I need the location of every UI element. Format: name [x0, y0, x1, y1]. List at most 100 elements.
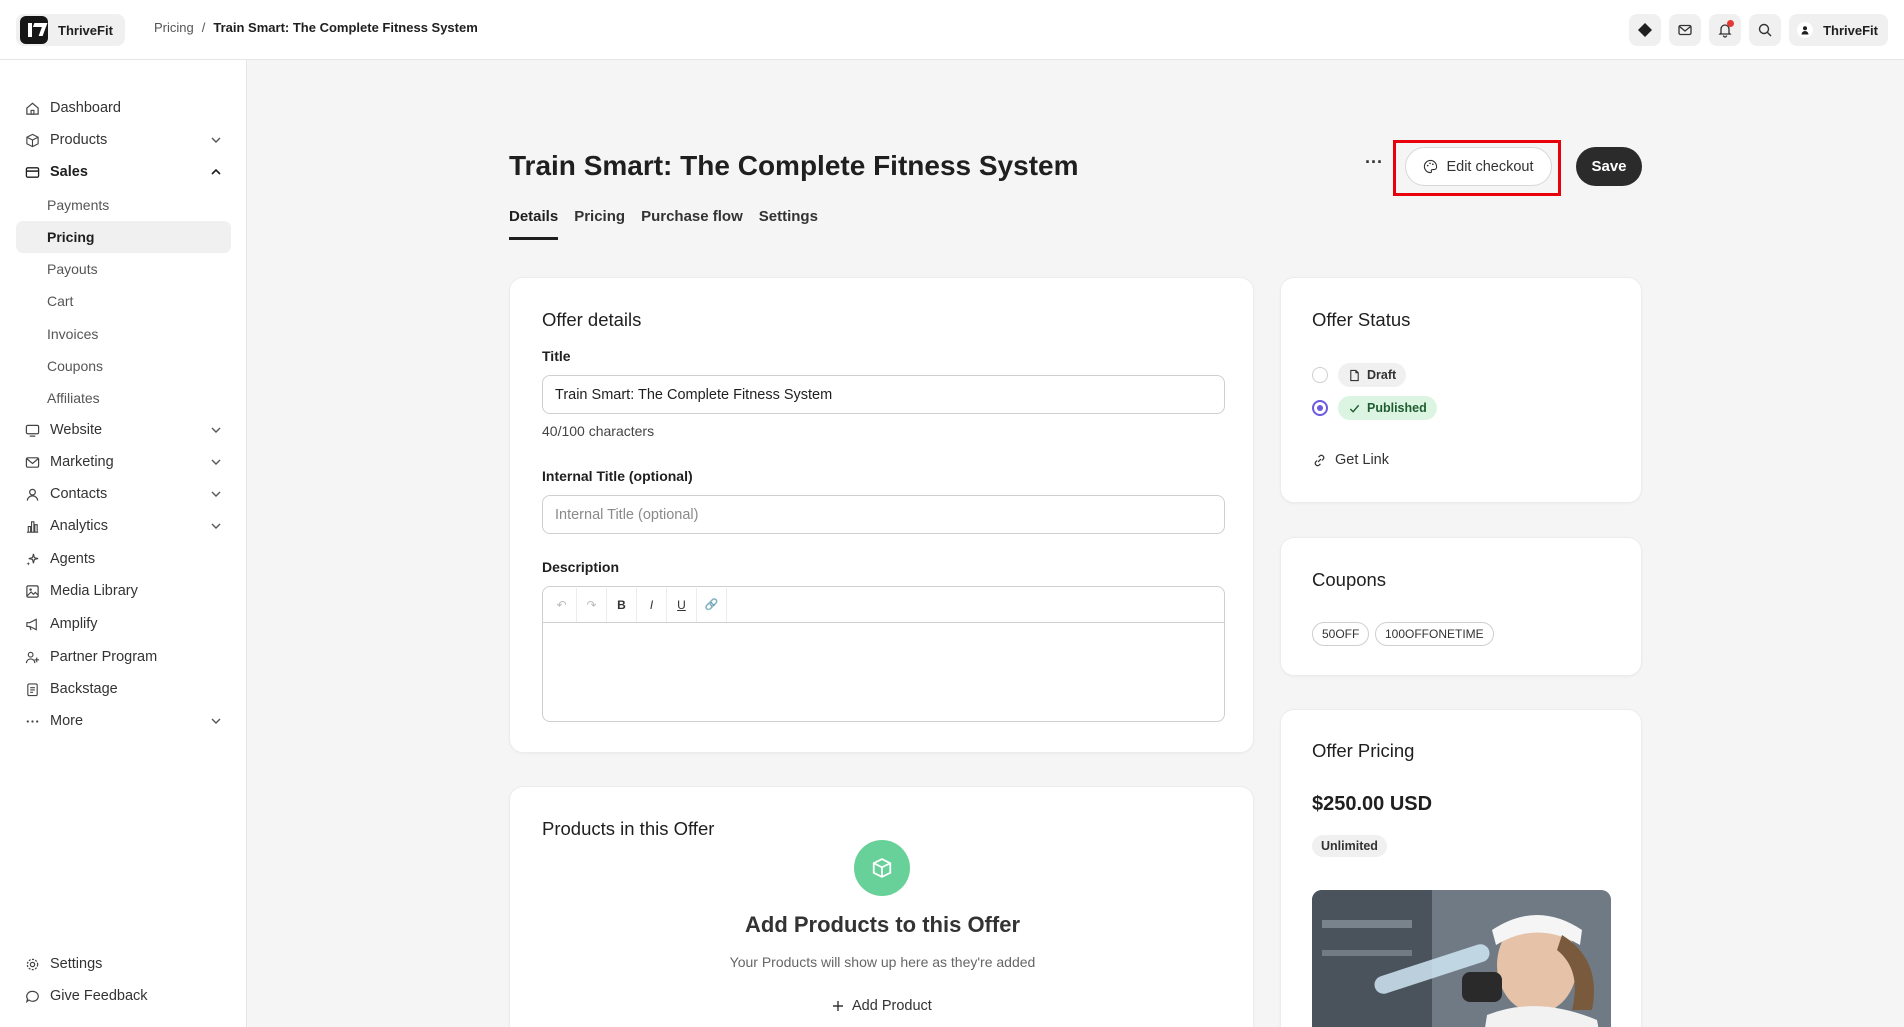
- products-card: Products in this Offer Add Products to t…: [509, 786, 1254, 1027]
- tab-settings[interactable]: Settings: [759, 208, 818, 240]
- sidebar-item-partner-program[interactable]: Partner Program: [16, 641, 231, 673]
- inbox-button[interactable]: [1669, 14, 1702, 46]
- sidebar-subitem-coupons[interactable]: Coupons: [16, 350, 231, 382]
- tab-purchase-flow[interactable]: Purchase flow: [641, 208, 743, 240]
- sidebar-item-label: More: [50, 713, 84, 729]
- dots-icon: [26, 719, 38, 723]
- published-radio[interactable]: [1312, 400, 1328, 416]
- sparkle-button[interactable]: [1629, 14, 1662, 46]
- sidebar-item-website[interactable]: Website: [16, 414, 231, 446]
- document-icon: [1350, 369, 1359, 381]
- get-link-button[interactable]: Get Link: [1312, 452, 1389, 468]
- chevron-down-icon: [211, 427, 221, 433]
- tab-pricing[interactable]: Pricing: [574, 208, 625, 240]
- user-menu[interactable]: ThriveFit: [1789, 14, 1888, 46]
- sidebar-subitem-invoices[interactable]: Invoices: [16, 318, 231, 350]
- products-heading: Products in this Offer: [542, 818, 715, 839]
- add-product-label: Add Product: [852, 998, 932, 1014]
- link-icon[interactable]: 🔗: [697, 587, 727, 622]
- internal-title-label: Internal Title (optional): [542, 468, 693, 484]
- sidebar-item-label: Contacts: [50, 486, 108, 502]
- sidebar-item-analytics[interactable]: Analytics: [16, 510, 231, 542]
- sidebar-item-marketing[interactable]: Marketing: [16, 446, 231, 478]
- check-icon: [1349, 404, 1360, 413]
- undo-icon[interactable]: ↶: [547, 587, 577, 622]
- box-icon: [872, 858, 892, 878]
- diamond-icon: [1638, 23, 1653, 37]
- internal-title-input[interactable]: Internal Title (optional): [542, 495, 1225, 534]
- offer-status-heading: Offer Status: [1312, 309, 1411, 330]
- edit-checkout-button[interactable]: Edit checkout: [1405, 147, 1552, 186]
- redo-icon[interactable]: ↷: [577, 587, 607, 622]
- save-button[interactable]: Save: [1576, 147, 1642, 186]
- edit-checkout-label: Edit checkout: [1446, 158, 1534, 175]
- empty-products-subtitle: Your Products will show up here as they'…: [729, 954, 1036, 970]
- title-label: Title: [542, 348, 571, 364]
- draft-label: Draft: [1367, 368, 1397, 382]
- more-options-button[interactable]: ···: [1362, 152, 1386, 180]
- sidebar-item-label: Analytics: [50, 518, 109, 534]
- plus-icon: [833, 1001, 843, 1011]
- user-name: ThriveFit: [1823, 22, 1878, 38]
- bold-icon[interactable]: B: [607, 587, 637, 622]
- italic-icon[interactable]: I: [637, 587, 667, 622]
- notifications-button[interactable]: [1709, 14, 1742, 46]
- sidebar-subitem-pricing[interactable]: Pricing: [16, 221, 231, 253]
- sidebar-item-sales[interactable]: Sales: [16, 156, 231, 188]
- sidebar-item-label: Website: [50, 422, 103, 438]
- sidebar-subitem-payments[interactable]: Payments: [16, 189, 231, 221]
- sidebar-item-media-library[interactable]: Media Library: [16, 575, 231, 607]
- sidebar-item-dashboard[interactable]: Dashboard: [16, 92, 231, 124]
- sidebar-subitem-affiliates[interactable]: Affiliates: [16, 382, 231, 414]
- gear-icon: [26, 958, 38, 970]
- offer-pricing-heading: Offer Pricing: [1312, 740, 1415, 761]
- palette-icon: [1424, 159, 1438, 174]
- tabs: Details Pricing Purchase flow Settings: [509, 208, 818, 240]
- home-icon: [25, 102, 39, 115]
- brand-switcher[interactable]: ThriveFit: [16, 14, 125, 46]
- sidebar-item-products[interactable]: Products: [16, 124, 231, 156]
- sidebar-item-label: Give Feedback: [50, 988, 148, 1004]
- status-option-published[interactable]: Published: [1312, 396, 1437, 420]
- offer-cover-image: [1312, 890, 1611, 1027]
- chevron-down-icon: [211, 523, 221, 529]
- coupon-chip[interactable]: 100OFFONETIME: [1375, 622, 1494, 646]
- sidebar-item-contacts[interactable]: Contacts: [16, 478, 231, 510]
- sidebar: Dashboard Products Sales Payments Pricin…: [0, 60, 247, 1027]
- editor-toolbar: ↶ ↷ B I U 🔗: [543, 587, 1224, 623]
- sidebar-subitem-cart[interactable]: Cart: [16, 285, 231, 317]
- chevron-up-icon: [211, 168, 221, 175]
- sidebar-item-give-feedback[interactable]: Give Feedback: [16, 980, 231, 1012]
- product-box-badge: [854, 840, 910, 896]
- sparkles-icon: [25, 553, 38, 566]
- contacts-icon: [26, 488, 38, 501]
- sidebar-item-label: Agents: [50, 551, 96, 567]
- sidebar-item-label: Partner Program: [50, 649, 158, 665]
- get-link-label: Get Link: [1335, 452, 1389, 468]
- pricing-type-badge: Unlimited: [1312, 835, 1387, 857]
- sidebar-item-label: Marketing: [50, 454, 114, 470]
- breadcrumb-current: Train Smart: The Complete Fitness System: [213, 20, 478, 35]
- tab-details[interactable]: Details: [509, 208, 559, 240]
- sidebar-item-more[interactable]: More: [16, 705, 231, 737]
- add-product-button[interactable]: Add Product: [832, 998, 932, 1014]
- sidebar-item-backstage[interactable]: Backstage: [16, 673, 231, 705]
- title-input[interactable]: Train Smart: The Complete Fitness System: [542, 375, 1225, 414]
- coupon-chip[interactable]: 50OFF: [1312, 622, 1370, 646]
- status-option-draft[interactable]: Draft: [1312, 363, 1407, 387]
- sidebar-subitem-payouts[interactable]: Payouts: [16, 253, 231, 285]
- bar-chart-icon: [26, 520, 38, 533]
- sidebar-item-settings[interactable]: Settings: [16, 948, 231, 980]
- description-editor[interactable]: ↶ ↷ B I U 🔗: [542, 586, 1225, 722]
- draft-radio[interactable]: [1312, 367, 1328, 383]
- sidebar-item-label: Dashboard: [50, 100, 121, 116]
- search-button[interactable]: [1749, 14, 1782, 46]
- chat-bubble-icon: [25, 990, 39, 1003]
- sidebar-item-agents[interactable]: Agents: [16, 543, 231, 575]
- breadcrumb-pricing-link[interactable]: Pricing: [154, 20, 194, 35]
- sidebar-item-amplify[interactable]: Amplify: [16, 608, 231, 640]
- offer-details-heading: Offer details: [542, 309, 642, 330]
- sidebar-item-label: Sales: [50, 164, 88, 180]
- published-pill: Published: [1338, 396, 1437, 420]
- underline-icon[interactable]: U: [667, 587, 697, 622]
